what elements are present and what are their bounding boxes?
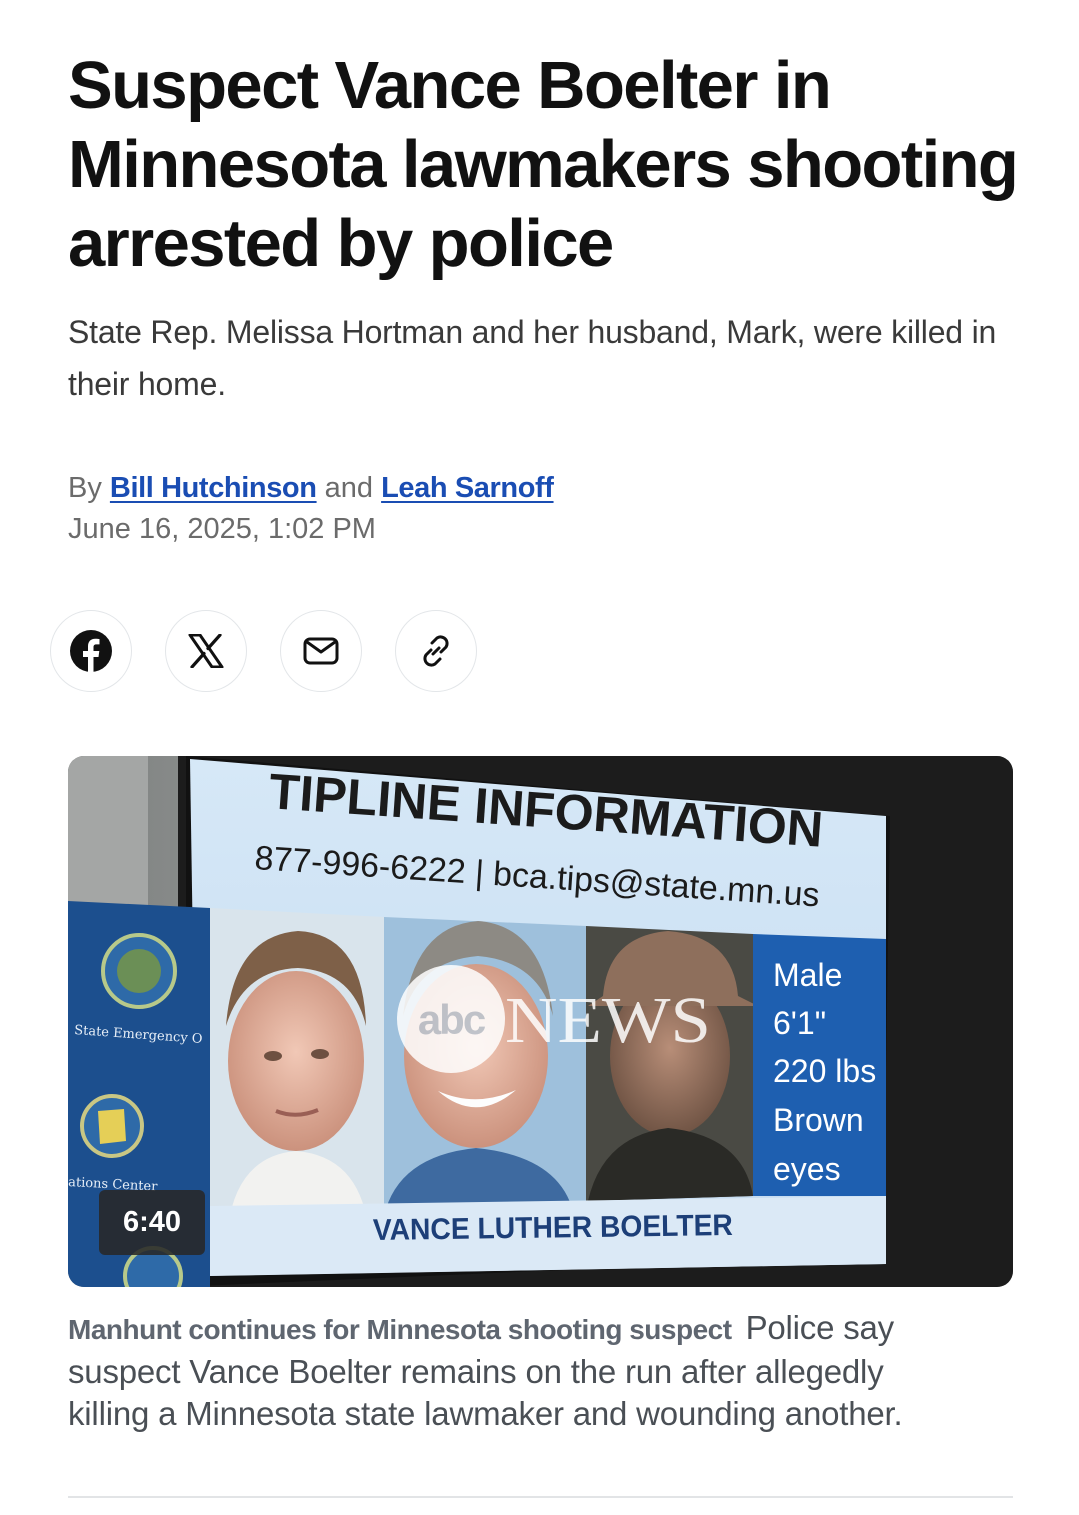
screen-stat-sex: Male <box>773 957 842 993</box>
byline: By Bill Hutchinson and Leah Sarnoff <box>68 468 554 508</box>
news-watermark-text: NEWS <box>505 984 711 1057</box>
author-link-leah-sarnoff[interactable]: Leah Sarnoff <box>381 472 554 504</box>
share-bar <box>50 610 477 692</box>
byline-prefix: By <box>68 472 102 504</box>
x-icon <box>188 634 224 668</box>
author-link-bill-hutchinson[interactable]: Bill Hutchinson <box>110 472 317 504</box>
section-divider <box>68 1496 1013 1498</box>
article-dek: State Rep. Melissa Hortman and her husba… <box>68 314 997 402</box>
copy-link-button[interactable] <box>395 610 477 692</box>
video-duration-badge: 6:40 <box>99 1190 205 1255</box>
facebook-share-button[interactable] <box>50 610 132 692</box>
screen-stat-height: 6'1" <box>773 1005 826 1041</box>
video-thumbnail: State Emergency O ations Center TIPLINE … <box>68 756 1013 1287</box>
screen-stat-eyes-1: Brown <box>773 1102 864 1138</box>
video-player[interactable]: State Emergency O ations Center TIPLINE … <box>68 756 1013 1287</box>
screen-stat-eyes-2: eyes <box>773 1151 841 1187</box>
email-share-button[interactable] <box>280 610 362 692</box>
article-headline: Suspect Vance Boelter in Minnesota lawma… <box>68 48 1019 281</box>
facebook-icon <box>70 630 112 673</box>
screen-suspect-name: VANCE LUTHER BOELTER <box>373 1209 734 1247</box>
video-caption-title: Manhunt continues for Minnesota shooting… <box>68 1314 732 1345</box>
publish-date: June 16, 2025, 1:02 PM <box>68 513 376 545</box>
video-caption: Manhunt continues for Minnesota shooting… <box>68 1307 968 1435</box>
byline-and: and <box>324 472 374 504</box>
screen-stat-weight: 220 lbs <box>773 1053 876 1089</box>
mail-icon <box>303 637 339 665</box>
x-share-button[interactable] <box>165 610 247 692</box>
link-icon <box>423 635 449 667</box>
abc-logo-text: abc <box>418 996 486 1043</box>
